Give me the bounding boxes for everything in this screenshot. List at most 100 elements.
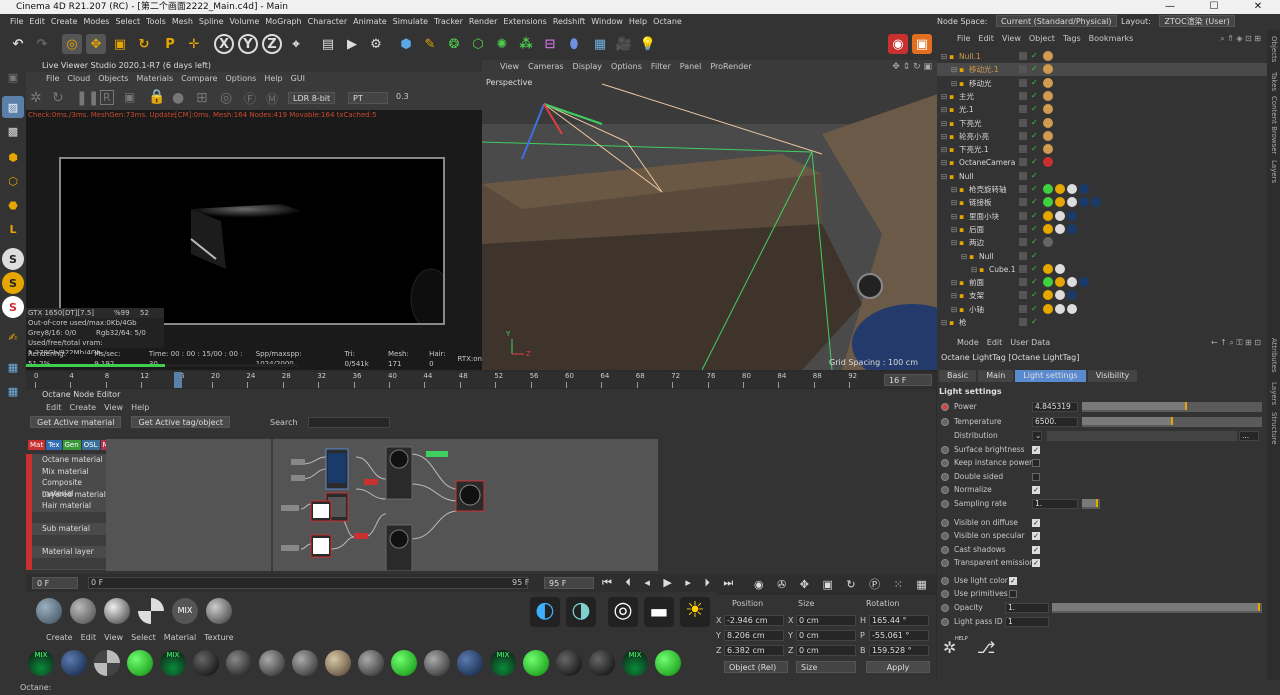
node-list-item[interactable] bbox=[26, 557, 106, 569]
power-field[interactable]: 4.845319 bbox=[1032, 402, 1078, 412]
object-name[interactable]: 移动光.1 bbox=[969, 63, 999, 76]
object-row[interactable]: ⊟ ▪ 轮亮小亮 ✓ bbox=[937, 130, 1267, 143]
expand-icon[interactable]: ⊟ bbox=[951, 63, 957, 76]
objects-tab[interactable]: Objects bbox=[1270, 36, 1278, 62]
object-row[interactable]: ⊟ ▪ Null ✓ bbox=[937, 170, 1267, 183]
material-ball[interactable] bbox=[226, 650, 252, 676]
viewport-menu-item-3[interactable]: Options bbox=[611, 62, 642, 71]
camera-view-icon[interactable]: ▣ bbox=[124, 90, 135, 104]
object-name[interactable]: Null bbox=[979, 250, 994, 263]
expand-icon[interactable]: ⊟ bbox=[951, 303, 957, 316]
position-y-field[interactable]: 8.206 cm bbox=[724, 630, 784, 641]
object-name[interactable]: 两边 bbox=[969, 236, 984, 249]
visibility-toggle[interactable] bbox=[1019, 291, 1027, 300]
material-ball[interactable] bbox=[94, 650, 120, 676]
cloner-icon[interactable]: ✺ bbox=[492, 34, 512, 54]
material-menu-item-3[interactable]: Select bbox=[131, 633, 156, 642]
object-name[interactable]: Cube.1 bbox=[989, 263, 1016, 276]
object-name[interactable]: 链接板 bbox=[969, 196, 992, 209]
mix-material-ball[interactable]: MIX bbox=[490, 650, 516, 676]
deformer-icon[interactable]: ⊟ bbox=[540, 34, 560, 54]
transparent-emission-checkbox[interactable]: ✓ bbox=[1032, 559, 1040, 567]
node-tab-mat[interactable]: Mat bbox=[28, 440, 46, 450]
attribute-tab-1[interactable]: Main bbox=[978, 370, 1014, 382]
viewport-menu-item-4[interactable]: Filter bbox=[651, 62, 671, 71]
node-list-item[interactable]: Sub material bbox=[26, 523, 106, 535]
tag-icon[interactable] bbox=[1055, 223, 1065, 234]
minimize-button[interactable]: — bbox=[1148, 0, 1192, 14]
material-ball[interactable] bbox=[457, 650, 483, 676]
node-list-item[interactable]: Material layer bbox=[26, 546, 106, 558]
tag-icon[interactable] bbox=[1043, 64, 1053, 75]
viewport-menu-item-5[interactable]: Panel bbox=[680, 62, 702, 71]
material-menu-item-4[interactable]: Material bbox=[164, 633, 197, 642]
visible-specular-checkbox[interactable]: ✓ bbox=[1032, 532, 1040, 540]
current-frame-field[interactable]: 16 F bbox=[884, 374, 932, 386]
tag-icon[interactable] bbox=[1055, 303, 1065, 314]
tag-icon[interactable] bbox=[1043, 104, 1053, 115]
object-row[interactable]: ⊟ ▪ 小轴 ✓ bbox=[937, 303, 1267, 316]
visibility-toggle[interactable] bbox=[1019, 91, 1027, 100]
material-ball[interactable] bbox=[61, 650, 87, 676]
object-name[interactable]: 下亮光.1 bbox=[959, 143, 989, 156]
tag-icon[interactable] bbox=[1043, 263, 1053, 274]
expand-icon[interactable]: ⊟ bbox=[951, 77, 957, 90]
expand-icon[interactable]: ⊟ bbox=[951, 236, 957, 249]
cast-shadows-checkbox[interactable]: ✓ bbox=[1032, 546, 1040, 554]
visibility-toggle[interactable] bbox=[1019, 52, 1027, 60]
menu-item-1[interactable]: Edit bbox=[29, 17, 45, 26]
layout-combo[interactable]: ZTOC渲染 (User) bbox=[1159, 15, 1235, 27]
menu-item-13[interactable]: Tracker bbox=[434, 17, 463, 26]
tag-icon[interactable] bbox=[1067, 290, 1077, 301]
mograph-icon[interactable]: ⁂ bbox=[516, 34, 536, 54]
tag-icon[interactable] bbox=[1043, 51, 1053, 61]
tag-icon[interactable] bbox=[1055, 184, 1065, 194]
object-name[interactable]: 小轴 bbox=[969, 303, 984, 316]
enable-check-icon[interactable]: ✓ bbox=[1031, 264, 1039, 273]
subdivision-icon[interactable]: ❂ bbox=[444, 34, 464, 54]
enable-check-icon[interactable]: ✓ bbox=[1031, 291, 1039, 299]
expand-icon[interactable]: ⊟ bbox=[941, 316, 947, 329]
temperature-anim-dot[interactable] bbox=[941, 418, 949, 426]
x-axis-icon[interactable]: X bbox=[214, 34, 234, 54]
expand-icon[interactable]: ⊟ bbox=[971, 263, 977, 276]
object-row[interactable]: ⊟ ▪ 支架 ✓ bbox=[937, 289, 1267, 302]
object-name[interactable]: 支架 bbox=[969, 289, 984, 302]
tag-icon[interactable] bbox=[1043, 130, 1053, 141]
snap-settings-icon[interactable]: S bbox=[2, 272, 24, 294]
attribute-tab-0[interactable]: Basic bbox=[939, 370, 977, 382]
menu-item-6[interactable]: Mesh bbox=[172, 17, 193, 26]
tag-icon[interactable] bbox=[1055, 277, 1065, 288]
distribution-texture-slot[interactable] bbox=[1047, 431, 1237, 441]
object-row[interactable]: ⊟ ▪ 移动光 ✓ bbox=[937, 77, 1267, 90]
get-active-tag-button[interactable]: Get Active tag/object bbox=[131, 416, 231, 428]
material-ball[interactable] bbox=[655, 650, 681, 676]
material-menu-item-2[interactable]: View bbox=[104, 633, 123, 642]
tag-icon[interactable] bbox=[1055, 210, 1065, 221]
enable-check-icon[interactable]: ✓ bbox=[1031, 211, 1039, 220]
object-row[interactable]: ⊟ ▪ Null.1 ✓ bbox=[937, 50, 1267, 63]
viewport-menu-item-2[interactable]: Display bbox=[573, 62, 603, 71]
sampling-rate-field[interactable]: 1. bbox=[1032, 499, 1078, 509]
tag-icon[interactable] bbox=[1067, 223, 1077, 234]
search-input[interactable] bbox=[307, 416, 390, 428]
workplane-icon[interactable]: ▦ bbox=[2, 356, 24, 378]
enable-check-icon[interactable]: ✓ bbox=[1031, 251, 1039, 260]
tag-icon[interactable] bbox=[1067, 184, 1077, 194]
opacity-field[interactable]: 1. bbox=[1005, 603, 1049, 613]
tag-icon[interactable] bbox=[1043, 290, 1053, 301]
visibility-toggle[interactable] bbox=[1019, 278, 1027, 287]
position-z-field[interactable]: 6.382 cm bbox=[724, 645, 784, 656]
add-icon[interactable]: ⊞ bbox=[196, 90, 208, 106]
enable-check-icon[interactable]: ✓ bbox=[1031, 185, 1039, 193]
menu-item-3[interactable]: Modes bbox=[83, 17, 109, 26]
menu-item-19[interactable]: Octane bbox=[653, 17, 682, 26]
menu-item-7[interactable]: Spline bbox=[199, 17, 224, 26]
mix-material-ball[interactable]: MIX bbox=[172, 598, 198, 624]
expand-icon[interactable]: ⊟ bbox=[951, 210, 957, 223]
structure-tab[interactable]: Structure bbox=[1270, 412, 1278, 445]
menu-item-4[interactable]: Select bbox=[115, 17, 140, 26]
move-icon[interactable]: ✥ bbox=[86, 34, 106, 54]
tag-icon[interactable] bbox=[1043, 184, 1053, 194]
edges-mode-icon[interactable]: ⬡ bbox=[2, 170, 24, 192]
